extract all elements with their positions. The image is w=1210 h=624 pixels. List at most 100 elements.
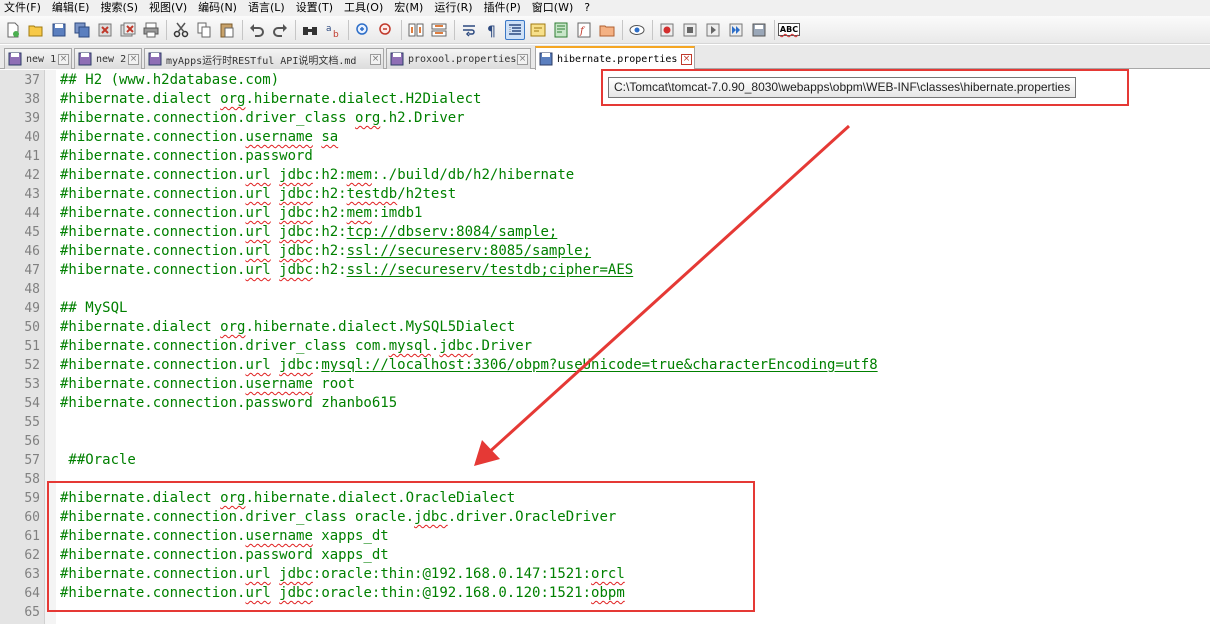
replace-button[interactable]: ab [323, 20, 343, 40]
spell-check-button[interactable]: ABC [777, 20, 801, 40]
code-line[interactable]: #hibernate.dialect org.hibernate.dialect… [60, 318, 515, 337]
spellcheck-word: jdbc [439, 338, 474, 354]
open-file-button[interactable] [26, 20, 46, 40]
spellcheck-word: org [355, 110, 381, 126]
zoom-in-button[interactable] [353, 20, 373, 40]
tab-3[interactable]: proxool.properties × [386, 48, 531, 69]
play-macro-button[interactable] [703, 20, 723, 40]
tab-0[interactable]: new 1 × [4, 48, 72, 69]
user-language-button[interactable] [528, 20, 548, 40]
spellcheck-word: testdb [346, 186, 398, 202]
menu-item-4[interactable]: 编码(N) [198, 0, 237, 16]
code-line[interactable]: #hibernate.connection.url jdbc:h2:ssl://… [60, 242, 591, 261]
code-line[interactable]: #hibernate.connection.password zhanbo615 [60, 394, 397, 413]
show-all-characters-button[interactable]: ¶ [482, 20, 502, 40]
code-line[interactable]: #hibernate.connection.url jdbc:h2:mem:im… [60, 204, 422, 223]
sync-horizontal-button[interactable] [429, 20, 449, 40]
menu-item-11[interactable]: 窗口(W) [532, 0, 573, 16]
code-line[interactable]: #hibernate.connection.password [60, 147, 313, 166]
menu-item-6[interactable]: 设置(T) [296, 0, 333, 16]
menu-item-8[interactable]: 宏(M) [394, 0, 423, 16]
unsaved-file-icon [78, 52, 92, 66]
menu-item-1[interactable]: 编辑(E) [52, 0, 90, 16]
indent-guide-button[interactable] [505, 19, 525, 40]
record-macro-button[interactable] [657, 20, 677, 40]
menu-item-0[interactable]: 文件(F) [4, 0, 41, 16]
code-line[interactable]: #hibernate.connection.url jdbc:mysql://l… [60, 356, 878, 375]
menu-item-3[interactable]: 视图(V) [149, 0, 187, 16]
menu-item-9[interactable]: 运行(R) [434, 0, 472, 16]
menu-item-7[interactable]: 工具(O) [344, 0, 383, 16]
code-line[interactable]: #hibernate.connection.driver_class com.m… [60, 337, 532, 356]
code-line[interactable]: #hibernate.connection.url jdbc:h2:testdb… [60, 185, 456, 204]
stop-macro-button[interactable] [680, 20, 700, 40]
new-file-icon [7, 22, 19, 37]
print-button[interactable] [141, 20, 161, 40]
sync-vertical-button[interactable] [406, 20, 426, 40]
tab-bar: new 1 × new 2 × myApps运行时RESTful API说明文档.md ×… [0, 45, 1210, 70]
paste-button[interactable] [217, 20, 237, 40]
code-line[interactable]: #hibernate.connection.driver_class org.h… [60, 109, 465, 128]
tab-close-icon[interactable]: × [517, 53, 528, 65]
close-button[interactable] [95, 20, 115, 40]
code-line[interactable]: ##Oracle [60, 451, 135, 470]
line-number: 60 [24, 510, 40, 525]
tab-close-icon[interactable]: × [58, 53, 69, 65]
code-text: #hibernate.connection. [60, 243, 246, 259]
url-link[interactable]: mysql://localhost:3306/obpm?useUnicode=t… [321, 357, 877, 373]
tab-1[interactable]: new 2 × [74, 48, 142, 69]
cut-button[interactable] [171, 20, 191, 40]
sync-horizontal-icon [431, 23, 447, 36]
toolbar: a b ¶ f ABC [0, 16, 1210, 44]
function-list-button[interactable]: f [574, 20, 594, 40]
save-button[interactable] [49, 20, 69, 40]
save-all-button[interactable] [72, 20, 92, 40]
folder-as-workspace-button[interactable] [597, 20, 617, 40]
code-line[interactable]: ## MySQL [60, 299, 127, 318]
monitoring-button[interactable] [627, 20, 647, 40]
menu-item-5[interactable]: 语言(L) [248, 0, 285, 16]
spellcheck-word: jdbc [279, 186, 313, 202]
redo-button[interactable] [270, 20, 290, 40]
tab-4[interactable]: hibernate.properties × [535, 46, 695, 70]
run-macro-multiple-button[interactable] [726, 20, 746, 40]
code-text: :h2: [312, 262, 347, 278]
zoom-out-button[interactable] [376, 20, 396, 40]
url-link[interactable]: ssl://secureserv:8085/sample; [347, 243, 591, 259]
line-number: 43 [24, 187, 40, 202]
code-line[interactable]: #hibernate.connection.url jdbc:h2:ssl://… [60, 261, 633, 280]
document-map-button[interactable] [551, 20, 571, 40]
tab-close-icon[interactable]: × [370, 53, 381, 65]
code-line[interactable]: #hibernate.connection.url jdbc:h2:mem:./… [60, 166, 574, 185]
url-link[interactable]: ssl://secureserv/testdb;cipher=AES [347, 262, 634, 278]
code-text: #hibernate.connection. [60, 205, 246, 221]
code-line[interactable]: ## H2 (www.h2database.com) [60, 71, 279, 90]
tab-2[interactable]: myApps运行时RESTful API说明文档.md × [144, 48, 384, 69]
new-file-button[interactable] [3, 20, 23, 40]
toolbar-separator [401, 19, 402, 40]
code-line[interactable]: #hibernate.connection.username sa [60, 128, 338, 147]
code-text: #hibernate.dialect [60, 91, 221, 107]
toolbar-separator [166, 19, 167, 40]
tab-close-icon[interactable]: × [681, 53, 692, 65]
code-line[interactable]: #hibernate.dialect org.hibernate.dialect… [60, 90, 481, 109]
code-line[interactable]: #hibernate.connection.url jdbc:h2:tcp://… [60, 223, 557, 242]
menu-item-2[interactable]: 搜索(S) [100, 0, 138, 16]
spellcheck-word: jdbc [279, 357, 313, 373]
code-line[interactable]: #hibernate.connection.username root [60, 375, 355, 394]
close-all-button[interactable] [118, 20, 138, 40]
line-number: 58 [24, 472, 40, 487]
word-wrap-button[interactable] [459, 20, 479, 40]
menu-item-10[interactable]: 插件(P) [484, 0, 521, 16]
spellcheck-word: username [245, 129, 313, 145]
line-number: 48 [24, 282, 40, 297]
code-text: .hibernate.dialect.MySQL5Dialect [245, 319, 516, 335]
copy-button[interactable] [194, 20, 214, 40]
tab-close-icon[interactable]: × [128, 53, 139, 65]
url-link[interactable]: tcp://dbserv:8084/sample; [347, 224, 558, 240]
file-path-tooltip: C:\Tomcat\tomcat-7.0.90_8030\webapps\obp… [608, 77, 1077, 98]
find-button[interactable] [300, 20, 320, 40]
undo-button[interactable] [247, 20, 267, 40]
menu-item-12[interactable]: ? [584, 0, 590, 16]
save-macro-button[interactable] [749, 20, 769, 40]
